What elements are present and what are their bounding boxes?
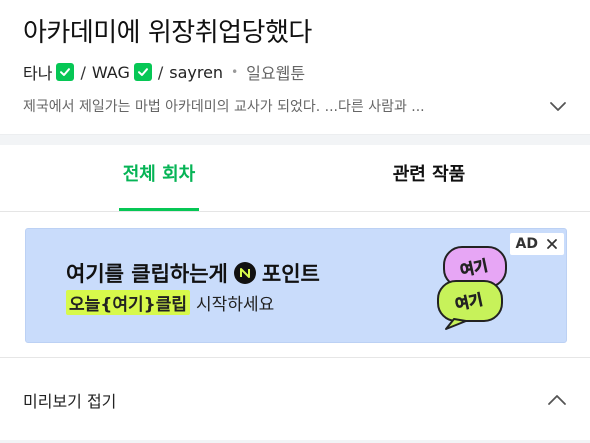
check-badge-icon bbox=[133, 63, 152, 81]
tab-bar: 전체 회차 관련 작품 bbox=[0, 145, 590, 212]
ad-banner[interactable]: 여기를 클립하는게 포인트 오늘{여기}클립 시작하세요 AD 여기 여기 bbox=[25, 228, 567, 343]
n-point-icon bbox=[233, 262, 256, 284]
ad-subline: 오늘{여기}클립 시작하세요 bbox=[66, 290, 274, 315]
check-badge-icon bbox=[56, 63, 75, 81]
author-name[interactable]: 타나 bbox=[23, 60, 52, 84]
section-divider bbox=[0, 357, 590, 358]
ad-subline-rest: 시작하세요 bbox=[196, 295, 275, 315]
section-divider bbox=[0, 134, 590, 145]
close-icon[interactable] bbox=[546, 238, 558, 250]
tab-all-episodes[interactable]: 전체 회차 bbox=[59, 145, 259, 211]
ad-headline: 여기를 클립하는게 포인트 bbox=[66, 258, 320, 288]
ad-headline-pre: 여기를 클립하는게 bbox=[66, 262, 228, 286]
dot-divider: • bbox=[231, 65, 239, 79]
author-name[interactable]: sayren bbox=[169, 63, 223, 82]
tab-related-works[interactable]: 관련 작품 bbox=[329, 145, 529, 211]
genre-label: 일요웹툰 bbox=[246, 64, 306, 83]
speech-bubble-illustration: 여기 여기 bbox=[437, 246, 507, 330]
author-separator: / bbox=[80, 62, 86, 82]
page-title: 아카데미에 위장취업당했다 bbox=[23, 18, 312, 48]
chevron-up-icon[interactable] bbox=[546, 389, 568, 411]
chevron-down-icon[interactable] bbox=[548, 96, 568, 116]
author-separator: / bbox=[157, 62, 164, 82]
preview-toggle-label: 미리보기 접기 bbox=[23, 392, 117, 411]
description-row[interactable]: 제국에서 제일가는 마법 아카데미의 교사가 되었다. ...다른 사람과 ..… bbox=[23, 96, 568, 116]
ad-highlight-text: 오늘{여기}클립 bbox=[66, 290, 191, 315]
ad-headline-post: 포인트 bbox=[261, 262, 320, 286]
preview-toggle-row[interactable]: 미리보기 접기 bbox=[23, 388, 568, 412]
author-line: 타나 / WAG / sayren • 일요웹툰 bbox=[23, 60, 305, 84]
description-text: 제국에서 제일가는 마법 아카데미의 교사가 되었다. ...다른 사람과 ..… bbox=[23, 99, 425, 115]
author-name[interactable]: WAG bbox=[92, 63, 130, 82]
